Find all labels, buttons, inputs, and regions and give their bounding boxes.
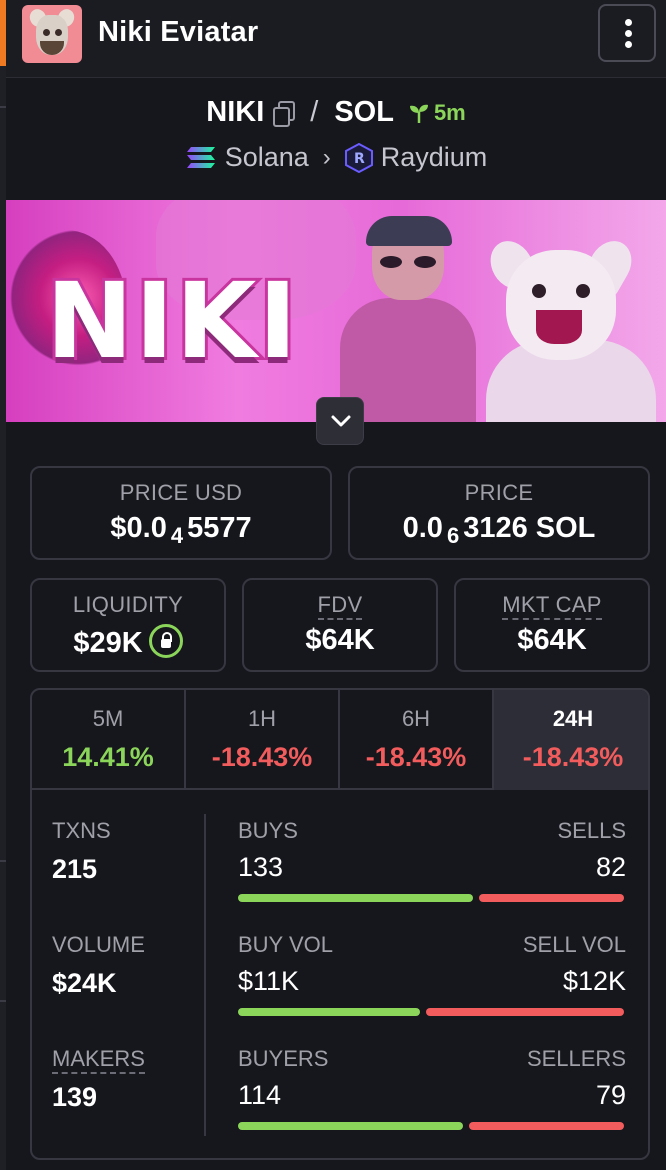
tab-label: 6H [401, 706, 431, 731]
sellers-label: SELLERS [526, 1046, 626, 1071]
buys-label: BUYS [238, 818, 298, 843]
collapse-banner-button[interactable] [316, 397, 364, 445]
price-usd-value: $0.0 4 5577 [110, 512, 252, 548]
sells-ratio-bar [479, 894, 624, 902]
buys-ratio-bar [238, 894, 473, 902]
tab-change: -18.43% [365, 742, 467, 772]
sells-label: SELLS [557, 818, 627, 843]
buyers-value: 114 [238, 1080, 282, 1110]
svg-text:R: R [354, 151, 365, 167]
copy-icon[interactable] [272, 100, 296, 127]
sellers-ratio-bar [469, 1122, 624, 1130]
volume-label: VOLUME [52, 932, 145, 957]
liquidity-card: LIQUIDITY $29K [30, 578, 226, 672]
pair-row: NIKI / SOL 5m [6, 96, 666, 136]
more-menu-button[interactable] [598, 4, 656, 62]
sell-vol-ratio-bar [426, 1008, 624, 1016]
tab-label: 1H [247, 706, 277, 731]
solana-icon [186, 146, 215, 168]
txns-value: 215 [52, 854, 98, 884]
liquidity-value: $29K [32, 624, 224, 660]
sells-value: 82 [595, 852, 626, 882]
token-banner-image: NIKI [6, 200, 666, 422]
fdv-value: $64K [305, 624, 375, 656]
tab-change: -18.43% [211, 742, 313, 772]
divider [204, 814, 206, 1136]
edge-mark [0, 860, 6, 862]
more-dots-icon [625, 19, 632, 26]
tab-label: 5M [92, 706, 124, 731]
price-sol-value: 0.0 6 3126 SOL [402, 512, 596, 548]
makers-label[interactable]: MAKERS [52, 1046, 145, 1074]
chain-dex-row: Solana › R Raydium [6, 142, 666, 180]
tab-change: 14.41% [62, 742, 154, 772]
banner-logo-text: NIKI [43, 257, 300, 385]
buys-value: 133 [238, 852, 284, 882]
pair-quote-symbol: SOL [334, 96, 394, 128]
volume-value: $24K [52, 968, 117, 998]
mkt-cap-card: MKT CAP $64K [454, 578, 650, 672]
chevron-right-icon: › [322, 143, 331, 171]
tab-1h[interactable]: 1H -18.43% [186, 690, 340, 790]
buy-vol-label: BUY VOL [238, 932, 333, 957]
dex-link[interactable]: Raydium [381, 142, 488, 173]
price-usd-card: PRICE USD $0.0 4 5577 [30, 466, 332, 560]
token-avatar[interactable] [22, 5, 82, 63]
makers-value: 139 [52, 1082, 98, 1112]
edge-mark [0, 1000, 6, 1002]
fdv-card: FDV $64K [242, 578, 438, 672]
liquidity-label: LIQUIDITY [72, 592, 184, 617]
buy-vol-value: $11K [238, 966, 300, 996]
sellers-value: 79 [595, 1080, 626, 1110]
mkt-cap-value: $64K [517, 624, 587, 656]
tab-24h[interactable]: 24H -18.43% [494, 690, 648, 790]
price-sol-label: PRICE [464, 480, 534, 505]
tab-6h[interactable]: 6H -18.43% [340, 690, 494, 790]
timeframe-stats-panel: 5M 14.41% 1H -18.43% 6H -18.43% 24H -18.… [30, 688, 650, 1160]
buyers-ratio-bar [238, 1122, 463, 1130]
tab-change: -18.43% [522, 742, 624, 772]
price-sol-card: PRICE 0.0 6 3126 SOL [348, 466, 650, 560]
sell-vol-label: SELL VOL [522, 932, 626, 957]
timeframe-tabs: 5M 14.41% 1H -18.43% 6H -18.43% 24H -18.… [32, 690, 648, 790]
pair-base-symbol: NIKI [206, 96, 265, 128]
pair-age-badge: 5m [408, 100, 466, 126]
chain-link[interactable]: Solana [225, 142, 309, 173]
pair-age-text: 5m [433, 99, 466, 125]
mkt-cap-label[interactable]: MKT CAP [456, 592, 648, 620]
stats-grid: TXNS 215 BUYS 133 SELLS 82 VOLUME $24K B… [32, 790, 648, 1158]
sell-vol-value: $12K [562, 966, 626, 996]
txns-label: TXNS [52, 818, 111, 843]
lock-icon[interactable] [148, 624, 183, 658]
token-header: Niki Eviatar [6, 0, 666, 78]
raydium-icon: R [344, 142, 373, 173]
pair-slash: / [310, 96, 319, 128]
sprout-icon [409, 104, 428, 123]
fdv-label[interactable]: FDV [244, 592, 436, 620]
token-name: Niki Eviatar [98, 16, 259, 48]
price-usd-label: PRICE USD [119, 480, 243, 505]
buy-vol-ratio-bar [238, 1008, 420, 1016]
tab-5m[interactable]: 5M 14.41% [32, 690, 186, 790]
tab-label: 24H [552, 706, 594, 731]
buyers-label: BUYERS [238, 1046, 329, 1071]
chevron-down-icon [331, 415, 351, 427]
